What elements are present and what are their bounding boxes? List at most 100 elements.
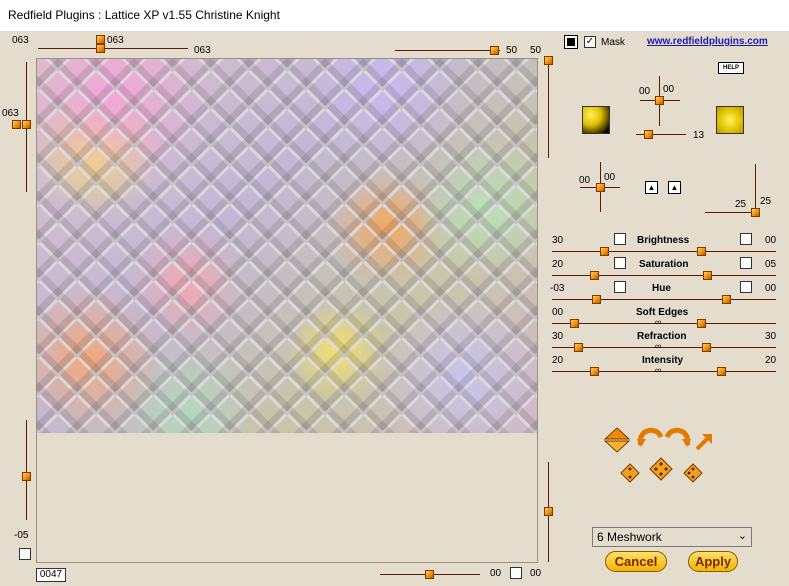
random-dice-icon[interactable] xyxy=(620,463,640,483)
hue-right-knob[interactable] xyxy=(722,295,731,304)
crosshair-a-knob[interactable] xyxy=(655,96,664,105)
hue-track xyxy=(552,299,776,300)
title-bar: Redfield Plugins : Lattice XP v1.55 Chri… xyxy=(0,0,789,32)
bottom-value-a: 00 xyxy=(490,568,502,579)
color-swatch-left[interactable] xyxy=(582,106,610,134)
left-vertical-knob-b[interactable] xyxy=(22,120,31,129)
bottom-slider-knob[interactable] xyxy=(425,570,434,579)
hue-left-value: -03 xyxy=(550,283,565,294)
random-dice-small-icon[interactable] xyxy=(683,463,703,483)
saturation-label: Saturation xyxy=(639,259,689,270)
intensity-right-knob[interactable] xyxy=(717,367,726,376)
zoom-value-2: 50 xyxy=(530,45,542,56)
brightness-right-knob[interactable] xyxy=(697,247,706,256)
depth-value-2: 25 xyxy=(760,196,772,207)
depth-horizontal-track xyxy=(705,212,755,213)
brightness-label: Brightness xyxy=(637,235,690,246)
hue-right-checkbox[interactable] xyxy=(740,281,752,293)
depth-knob[interactable] xyxy=(751,208,760,217)
soft-edges-label: Soft Edges xyxy=(636,307,689,318)
intensity-right-value: 20 xyxy=(765,355,777,366)
apply-button[interactable]: Apply xyxy=(688,551,738,572)
crosshair-b-value-1: 00 xyxy=(579,175,591,186)
saturation-left-checkbox[interactable] xyxy=(614,257,626,269)
soft-edges-track xyxy=(552,323,776,324)
triangle-up-icon[interactable]: ▲ xyxy=(645,181,658,194)
intensity-left-value: 20 xyxy=(552,355,564,366)
chevron-down-icon: ⌄ xyxy=(737,530,747,542)
soft-edges-left-value: 00 xyxy=(552,307,564,318)
refraction-right-value: 30 xyxy=(765,331,777,342)
hue-left-checkbox[interactable] xyxy=(614,281,626,293)
window-title: Redfield Plugins : Lattice XP v1.55 Chri… xyxy=(8,8,280,22)
flip-vertical-icon[interactable] xyxy=(604,427,630,453)
preset-select[interactable]: 6 Meshwork ⌄ xyxy=(592,527,752,547)
left-bottom-value: -05 xyxy=(14,530,29,541)
refraction-left-knob[interactable] xyxy=(574,343,583,352)
horizontal-slider-track xyxy=(38,48,188,49)
depth-value-1: 25 xyxy=(735,199,747,210)
preview-right-knob[interactable] xyxy=(544,56,553,65)
intensity-label: Intensity xyxy=(642,355,684,366)
saturation-right-knob[interactable] xyxy=(703,271,712,280)
preview-counter: 0047 xyxy=(36,568,66,582)
left-vertical-knob-a[interactable] xyxy=(12,120,21,129)
intensity-left-knob[interactable] xyxy=(590,367,599,376)
crosshair-a-value-1: 00 xyxy=(639,86,651,97)
help-button[interactable]: HELP xyxy=(718,62,744,74)
saturation-right-value: 05 xyxy=(765,259,777,270)
preview-image xyxy=(37,59,537,433)
left-lower-knob[interactable] xyxy=(22,472,31,481)
crosshair-a-value-2: 00 xyxy=(663,84,675,95)
brightness-left-checkbox[interactable] xyxy=(614,233,626,245)
intensity-track xyxy=(552,371,776,372)
zoom-slider-track xyxy=(395,50,500,51)
bottom-value-b: 00 xyxy=(530,568,542,579)
left-bottom-checkbox[interactable] xyxy=(19,548,31,560)
light-size-value: 13 xyxy=(693,130,705,141)
offset-x-slider-knob-2[interactable] xyxy=(96,44,105,53)
light-size-knob[interactable] xyxy=(644,130,653,139)
offset-x-value-2: 063 xyxy=(194,45,211,56)
website-link[interactable]: www.redfieldplugins.com xyxy=(647,36,768,47)
soft-edges-right-knob[interactable] xyxy=(697,319,706,328)
mask-checkbox[interactable]: ✓ xyxy=(584,36,596,48)
crosshair-b-knob[interactable] xyxy=(596,183,605,192)
arrow-diagonal-icon[interactable] xyxy=(694,432,714,452)
hue-left-knob[interactable] xyxy=(592,295,601,304)
brightness-left-knob[interactable] xyxy=(600,247,609,256)
crosshair-b-value-2: 00 xyxy=(604,172,616,183)
saturation-left-knob[interactable] xyxy=(590,271,599,280)
random-dice-large-icon[interactable] xyxy=(649,457,673,481)
link-chain-icon-2[interactable]: ∞ xyxy=(655,341,661,351)
top-left-value: 063 xyxy=(12,35,29,46)
refraction-right-knob[interactable] xyxy=(702,343,711,352)
offset-x-slider-knob[interactable] xyxy=(96,35,105,44)
triangle-up-icon-2[interactable]: ▲ xyxy=(668,181,681,194)
preview-right-lower-knob[interactable] xyxy=(544,507,553,516)
brightness-right-checkbox[interactable] xyxy=(740,233,752,245)
link-chain-icon-3[interactable]: ∞ xyxy=(655,365,661,375)
rotate-right-icon[interactable] xyxy=(663,425,691,447)
mask-label: Mask xyxy=(601,37,625,48)
bottom-checkbox[interactable] xyxy=(510,567,522,579)
link-chain-icon[interactable]: ∞ xyxy=(655,317,661,327)
zoom-slider-knob[interactable] xyxy=(490,46,499,55)
saturation-left-value: 20 xyxy=(552,259,564,270)
rotate-left-icon[interactable] xyxy=(637,425,665,447)
color-swatch-right[interactable] xyxy=(716,106,744,134)
brightness-left-value: 30 xyxy=(552,235,564,246)
mask-color-box[interactable] xyxy=(564,35,578,49)
saturation-right-checkbox[interactable] xyxy=(740,257,752,269)
zoom-value: 50 xyxy=(506,45,518,56)
saturation-track xyxy=(552,275,776,276)
brightness-right-value: 00 xyxy=(765,235,777,246)
soft-edges-left-knob[interactable] xyxy=(570,319,579,328)
left-vertical-value: 063 xyxy=(2,108,19,119)
refraction-left-value: 30 xyxy=(552,331,564,342)
cancel-button[interactable]: Cancel xyxy=(605,551,667,572)
refraction-label: Refraction xyxy=(637,331,687,342)
preview-area[interactable] xyxy=(36,58,538,563)
preview-right-track xyxy=(548,58,549,158)
hue-label: Hue xyxy=(652,283,671,294)
